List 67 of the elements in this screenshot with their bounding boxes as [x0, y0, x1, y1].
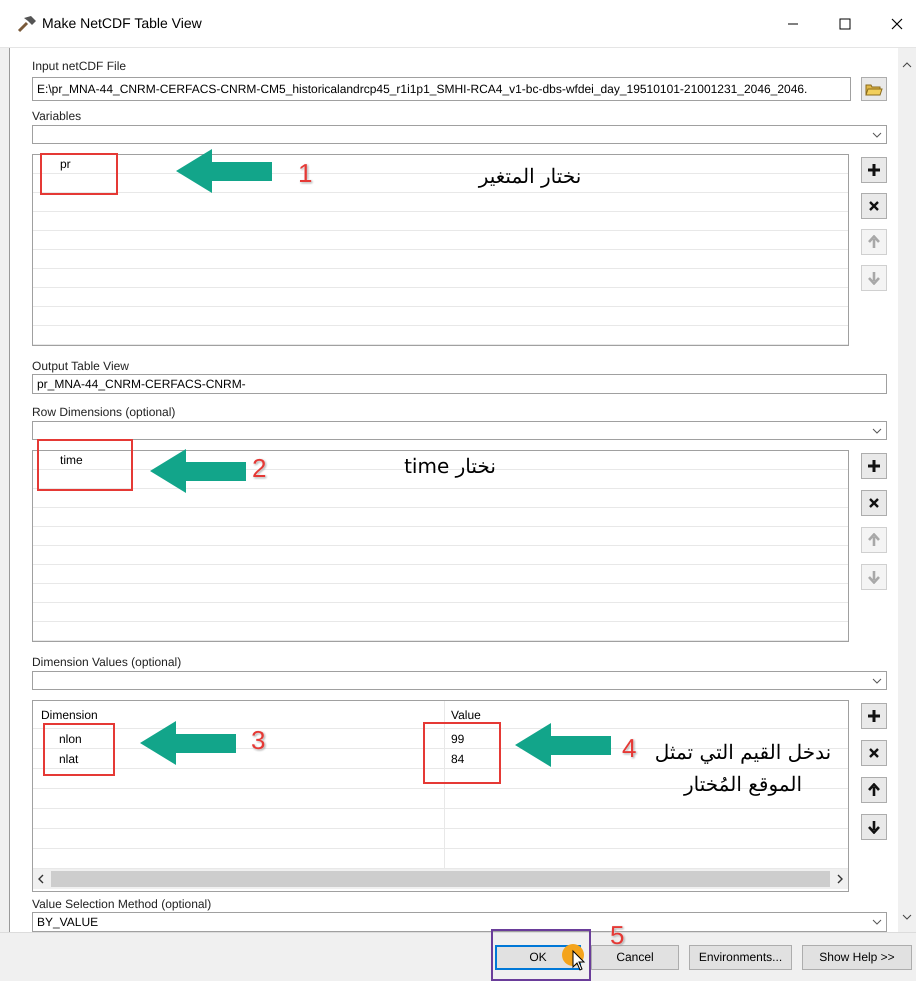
- step-number: 3: [251, 725, 266, 755]
- close-icon[interactable]: [891, 18, 903, 30]
- text-field[interactable]: E:\pr_MNA-44_CNRM-CERFACS-CNRM-CM5_historicalandrcp45_r1i1p1_SMHI-RCA4_v1-bc-dbs-wfdei_day_19510101-21001231_2046_2046.: [32, 77, 851, 101]
- browse-button[interactable]: [861, 77, 887, 101]
- tool-button[interactable]: [861, 490, 887, 516]
- tool-button[interactable]: [861, 777, 887, 803]
- tool-button[interactable]: [861, 157, 887, 183]
- text-field[interactable]: pr_MNA-44_CNRM-CERFACS-CNRM-: [32, 374, 887, 394]
- dropdown-field[interactable]: [32, 125, 887, 144]
- arrow-icon: [515, 722, 612, 768]
- horizontal-scrollbar[interactable]: [33, 869, 848, 889]
- list-item[interactable]: time: [33, 451, 83, 469]
- move-up-icon[interactable]: [867, 783, 881, 797]
- tool-button[interactable]: [861, 453, 887, 479]
- scroll-left-icon[interactable]: [37, 874, 45, 884]
- table-cell: nlat: [59, 752, 78, 766]
- dropdown-caret-icon[interactable]: [872, 678, 882, 684]
- field-label: Output Table View: [32, 359, 130, 373]
- window-title: Make NetCDF Table View: [42, 14, 202, 33]
- vertical-scrollbar[interactable]: [898, 48, 916, 932]
- field-label: Row Dimensions (optional): [32, 405, 176, 419]
- add-icon[interactable]: [867, 459, 881, 473]
- dropdown-caret-icon[interactable]: [872, 132, 882, 138]
- annotation-text: نختار time: [403, 453, 497, 480]
- step-number: 4: [622, 733, 636, 763]
- add-icon[interactable]: [867, 163, 881, 177]
- tool-button[interactable]: [861, 740, 887, 766]
- step-number: 1: [298, 158, 312, 188]
- field-label: Dimension Values (optional): [32, 655, 182, 669]
- field-label: Value Selection Method (optional): [32, 897, 212, 911]
- annotation-text: نختار المتغير: [476, 163, 582, 190]
- field-label: Variables: [32, 109, 82, 123]
- table-cell: nlon: [59, 732, 82, 746]
- scroll-right-icon[interactable]: [836, 874, 844, 884]
- folder-icon[interactable]: [865, 82, 883, 96]
- dialog-button[interactable]: Show Help >>: [802, 944, 912, 970]
- tool-button[interactable]: [861, 193, 887, 219]
- column-header[interactable]: Value: [451, 708, 481, 722]
- dropdown-field[interactable]: [32, 671, 887, 690]
- arrow-icon: [176, 148, 273, 194]
- arrow-icon: [150, 448, 247, 494]
- dropdown-field[interactable]: [32, 421, 887, 440]
- arrow-icon: [140, 720, 237, 766]
- step-number: 2: [252, 453, 266, 483]
- table-cell: 84: [451, 752, 464, 766]
- scroll-down-icon[interactable]: [902, 914, 912, 920]
- dropdown-caret-icon[interactable]: [872, 428, 882, 434]
- field-label: Input netCDF File: [32, 59, 128, 73]
- dropdown-caret-icon[interactable]: [872, 919, 882, 925]
- dialog-button[interactable]: Cancel: [591, 944, 679, 970]
- annotation-text: ندخل القيم التي تمثل الموقع المُختار: [654, 739, 832, 798]
- mouse-cursor-icon: [561, 943, 587, 971]
- remove-icon[interactable]: [867, 496, 881, 510]
- table-cell: 99: [451, 732, 464, 746]
- tool-button[interactable]: [861, 814, 887, 840]
- remove-icon[interactable]: [867, 746, 881, 760]
- move-down-icon[interactable]: [867, 820, 881, 834]
- column-header[interactable]: Dimension: [41, 708, 98, 722]
- list-item[interactable]: pr: [33, 155, 71, 173]
- hammer-icon: [16, 14, 38, 34]
- maximize-icon[interactable]: [839, 18, 851, 30]
- add-icon[interactable]: [867, 709, 881, 723]
- scrollbar-thumb[interactable]: [51, 871, 830, 887]
- tool-button[interactable]: [861, 703, 887, 729]
- dialog-button[interactable]: Environments...: [689, 944, 792, 970]
- scroll-up-icon[interactable]: [902, 62, 912, 68]
- remove-icon[interactable]: [867, 199, 881, 213]
